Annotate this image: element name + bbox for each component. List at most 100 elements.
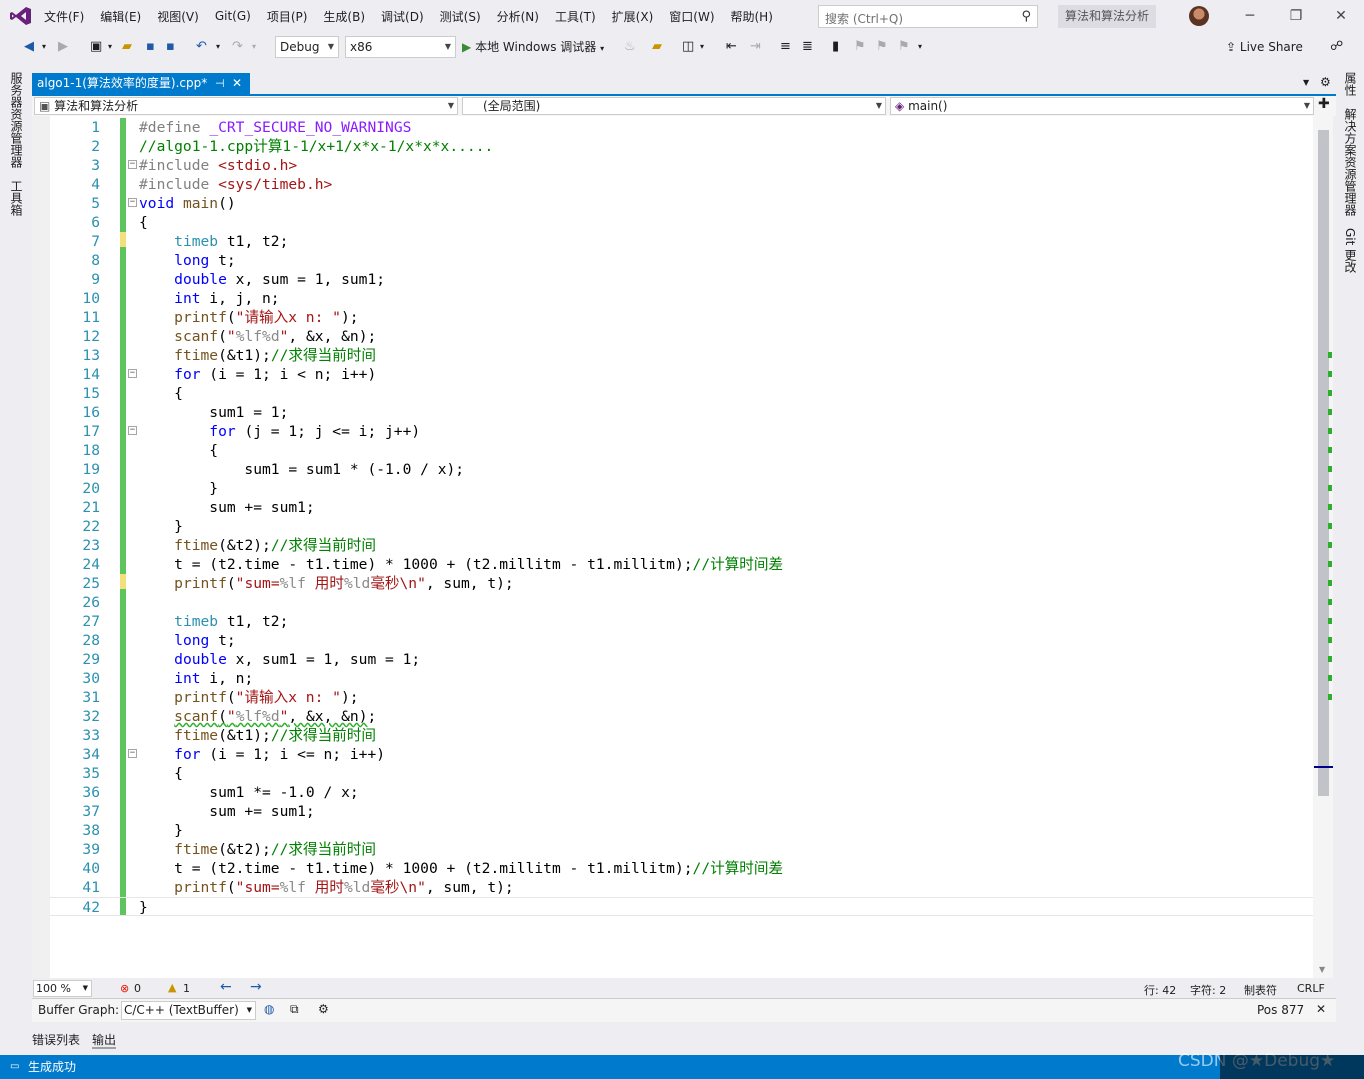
search-input[interactable]: 搜索 (Ctrl+Q) ⚲ [818,5,1038,28]
toolbar-overflow-icon[interactable]: ▾ [918,38,922,56]
feedback-icon[interactable]: ☍ [1330,38,1343,56]
undo-icon[interactable]: ↶ [196,38,207,56]
code-line[interactable]: 34 − for (i = 1; i <= n; i++) [50,745,1315,764]
code-line[interactable]: 39 ftime(&t2);//求得当前时间 [50,840,1315,859]
code-line[interactable]: 21 sum += sum1; [50,498,1315,517]
collapse-toggle-icon[interactable]: − [128,369,137,378]
tab-active-document[interactable]: algo1-1(算法效率的度量).cpp* ⊣ ✕ [32,73,250,94]
code-line[interactable]: 24 t = (t2.time - t1.time) * 1000 + (t2.… [50,555,1315,574]
close-icon[interactable]: ✕ [1316,1002,1326,1016]
split-window-icon[interactable]: ✚ [1318,96,1330,112]
code-line[interactable]: 22 } [50,517,1315,536]
browse-icon[interactable]: ▰ [652,38,662,56]
code-line[interactable]: 8 long t; [50,251,1315,270]
code-line[interactable]: 12 scanf("%lf%d", &x, &n); [50,327,1315,346]
menu-item[interactable]: 测试(S) [432,8,489,25]
platform-select[interactable]: x86 ▼ [345,36,456,58]
collapse-toggle-icon[interactable]: − [128,426,137,435]
code-line[interactable]: 14 − for (i = 1; i < n; i++) [50,365,1315,384]
code-line[interactable]: 16 sum1 = 1; [50,403,1315,422]
code-line[interactable]: 35 { [50,764,1315,783]
column-number[interactable]: 字符: 2 [1190,982,1226,998]
close-window-button[interactable]: ✕ [1318,0,1364,32]
minimize-button[interactable]: ─ [1227,0,1273,32]
code-line[interactable]: 15 { [50,384,1315,403]
avatar[interactable] [1189,6,1209,26]
code-line[interactable]: 19 sum1 = sum1 * (-1.0 / x); [50,460,1315,479]
menu-item[interactable]: 工具(T) [547,8,604,25]
code-line[interactable]: 23 ftime(&t2);//求得当前时间 [50,536,1315,555]
code-line[interactable]: 20 } [50,479,1315,498]
maximize-button[interactable]: ❐ [1273,0,1319,32]
warning-icon[interactable]: ▲ [168,981,176,994]
tab-output[interactable]: 输出 [92,1031,116,1048]
copy-icon[interactable]: ⧉ [290,1002,299,1017]
comment-icon[interactable]: ≡ [780,38,791,56]
toolbox-tab[interactable]: 工具箱 [8,180,25,216]
collapse-toggle-icon[interactable]: − [128,198,137,207]
code-line[interactable]: 41 printf("sum=%lf 用时%ld毫秒\n", sum, t); [50,878,1315,897]
forward-arrow-icon[interactable]: ▶ [58,38,68,56]
code-line[interactable]: 2 //algo1-1.cpp计算1-1/x+1/x*x-1/x*x*x..... [50,137,1315,156]
step-icon[interactable]: ⇤ [726,38,737,56]
code-line[interactable]: 25 printf("sum=%lf 用时%ld毫秒\n", sum, t); [50,574,1315,593]
code-line[interactable]: 40 t = (t2.time - t1.time) * 1000 + (t2.… [50,859,1315,878]
close-icon[interactable]: ✕ [232,73,242,94]
code-line[interactable]: 32 scanf("%lf%d", &x, &n); [50,707,1315,726]
live-share-button[interactable]: ⇪ Live Share [1226,37,1303,57]
code-line[interactable]: 1 #define _CRT_SECURE_NO_WARNINGS [50,118,1315,137]
globe-icon[interactable]: ◍ [264,1002,274,1016]
code-line[interactable]: 4 #include <sys/timeb.h> [50,175,1315,194]
git-changes-tab[interactable]: Git 更改 [1342,228,1359,273]
uncomment-icon[interactable]: ≣ [802,38,813,56]
menu-item[interactable]: 视图(V) [149,8,207,25]
back-dropdown-icon[interactable]: ▾ [42,38,46,56]
code-line[interactable]: 3 − #include <stdio.h> [50,156,1315,175]
collapse-toggle-icon[interactable]: − [128,160,137,169]
code-lines[interactable]: 1 #define _CRT_SECURE_NO_WARNINGS 2 //algo1… [50,118,1315,916]
clear-bookmarks-icon[interactable]: ⚑ [898,38,910,56]
step-over-icon[interactable]: ⇥ [750,38,761,56]
code-line[interactable]: 27 timeb t1, t2; [50,612,1315,631]
tab-error-list[interactable]: 错误列表 [32,1031,80,1048]
tab-list-dropdown-icon[interactable]: ▼ [1303,78,1309,87]
new-dropdown-icon[interactable]: ▾ [108,38,112,56]
server-explorer-tab[interactable]: 服务器资源管理器 [8,72,25,168]
menu-item[interactable]: 项目(P) [259,8,316,25]
menu-item[interactable]: Git(G) [207,9,259,23]
code-line[interactable]: 36 sum1 *= -1.0 / x; [50,783,1315,802]
zoom-select[interactable]: 100 % ▼ [33,980,92,997]
buffer-graph-select[interactable]: C/C++ (TextBuffer) ▼ [121,1001,256,1020]
code-line[interactable]: 37 sum += sum1; [50,802,1315,821]
code-line[interactable]: 5 − void main() [50,194,1315,213]
save-icon[interactable]: ▪ [146,38,155,56]
new-project-icon[interactable]: ▣ [90,38,102,56]
hot-reload-icon[interactable]: ♨ [624,38,636,56]
code-line[interactable]: 31 printf("请输入x n: "); [50,688,1315,707]
menu-item[interactable]: 分析(N) [489,8,547,25]
start-debugging-button[interactable]: ▶ 本地 Windows 调试器 ▾ [462,37,604,57]
code-line[interactable]: 18 { [50,441,1315,460]
bookmark-icon[interactable]: ▮ [832,38,839,56]
code-line[interactable]: 30 int i, n; [50,669,1315,688]
back-arrow-icon[interactable]: ◀ [24,38,34,56]
code-line[interactable]: 33 ftime(&t1);//求得当前时间 [50,726,1315,745]
menu-item[interactable]: 生成(B) [315,8,373,25]
ime-toolbar[interactable] [1220,1055,1364,1079]
scroll-down-icon[interactable]: ▼ [1319,965,1325,974]
save-all-icon[interactable]: ▪ [166,38,175,56]
previous-issue-icon[interactable]: ← [220,979,232,995]
indent-mode[interactable]: 制表符 [1244,982,1277,998]
code-line[interactable]: 10 int i, j, n; [50,289,1315,308]
collapse-toggle-icon[interactable]: − [128,749,137,758]
graph-settings-icon[interactable]: ⚙ [318,1002,329,1016]
menu-item[interactable]: 文件(F) [36,8,92,25]
menu-item[interactable]: 帮助(H) [723,8,781,25]
next-issue-icon[interactable]: → [250,979,262,995]
redo-icon[interactable]: ↷ [232,38,243,56]
line-number[interactable]: 行: 42 [1144,982,1176,998]
project-dropdown[interactable]: ▣ 算法和算法分析 ▼ [34,97,458,115]
code-line[interactable]: 42} [50,897,1315,916]
open-folder-icon[interactable]: ▰ [122,38,132,56]
menu-item[interactable]: 调试(D) [373,8,432,25]
